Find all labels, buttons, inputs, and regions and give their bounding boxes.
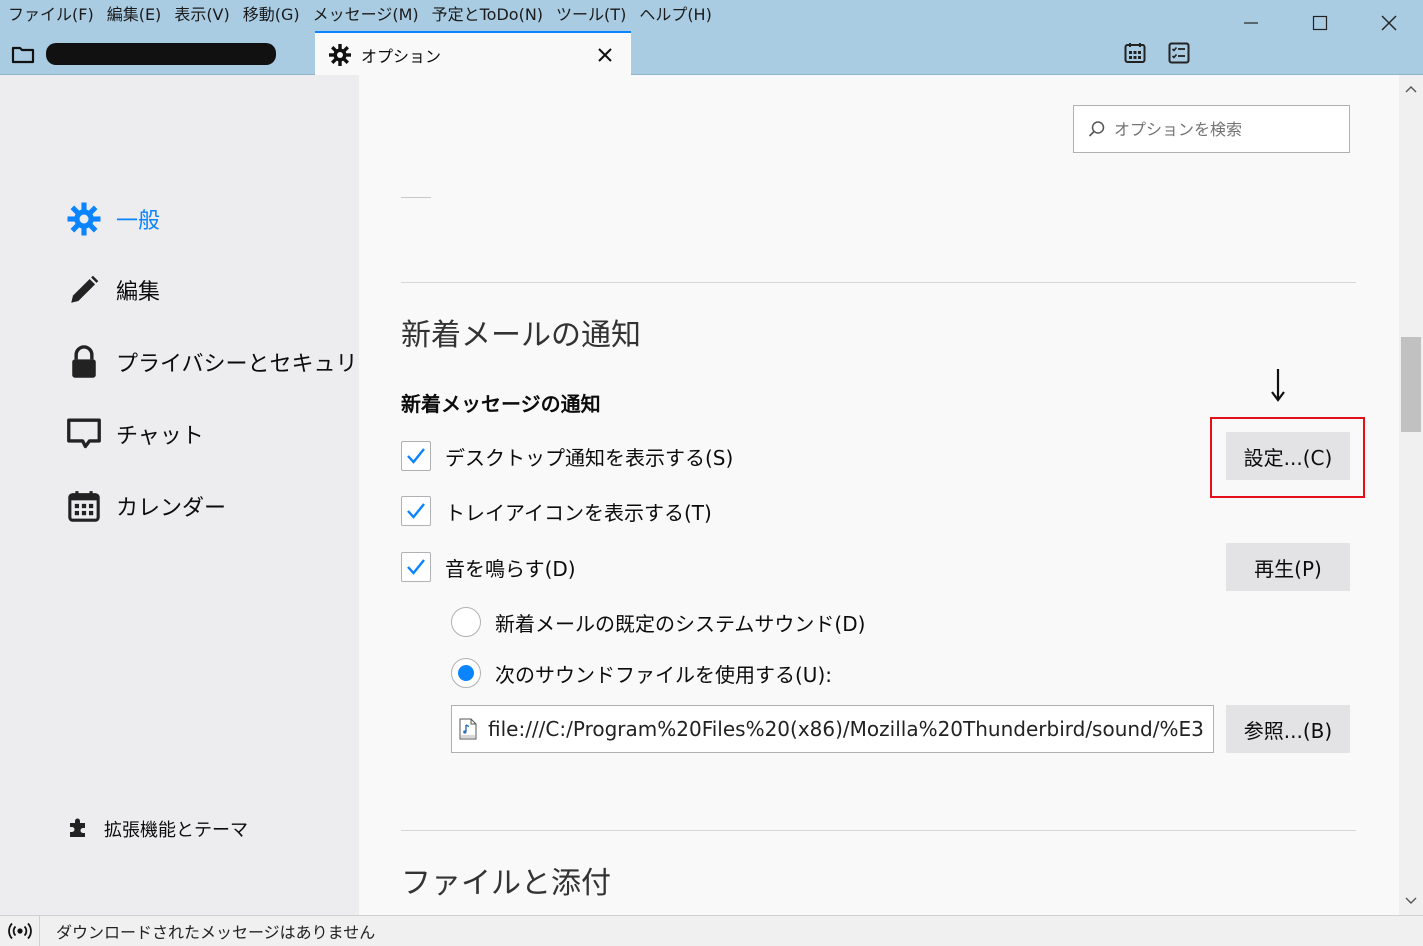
play-button[interactable]: 再生(P) — [1226, 543, 1350, 591]
checkmark-icon — [407, 559, 425, 575]
scroll-thumb[interactable] — [1401, 337, 1421, 432]
chevron-down-icon — [1405, 897, 1417, 904]
toolbar-icons — [1120, 38, 1194, 68]
menu-file[interactable]: ファイル(F) — [0, 0, 99, 30]
desktop-notification-checkbox[interactable] — [401, 441, 431, 471]
close-icon — [1381, 15, 1396, 31]
default-sound-radio[interactable] — [451, 607, 481, 637]
sound-file-path: file:///C:/Program%20Files%20(x86)/Mozil… — [488, 717, 1204, 741]
menu-go[interactable]: 移動(G) — [235, 0, 305, 30]
status-bar: ダウンロードされたメッセージはありません — [0, 915, 1423, 946]
lock-icon — [64, 342, 104, 382]
options-content: 新着メールの通知 新着メッセージの通知 デスクトップ通知を表示する(S) 設定.… — [359, 75, 1399, 915]
menu-edit[interactable]: 編集(E) — [99, 0, 167, 30]
redacted-folder-name — [46, 43, 276, 65]
sidebar-item-privacy-security[interactable]: プライバシーとセキュリティ — [64, 340, 400, 384]
pencil-icon — [64, 270, 104, 310]
close-icon — [598, 47, 612, 62]
options-sidebar: 一般 編集 プライバシーとセキュリティ チャット カレンダー 拡張機能とテーマ — [0, 75, 400, 915]
browse-button[interactable]: 参照...(B) — [1226, 705, 1350, 753]
play-sound-checkbox[interactable] — [401, 552, 431, 582]
tasks-icon — [1168, 42, 1190, 64]
menu-message[interactable]: メッセージ(M) — [305, 0, 424, 30]
subsection-title-new-message-alerts: 新着メッセージの通知 — [401, 392, 601, 416]
tasks-tab-button[interactable] — [1164, 38, 1194, 68]
sidebar-item-composition[interactable]: 編集 — [64, 268, 160, 312]
online-status-button[interactable] — [0, 916, 40, 946]
online-status-icon — [7, 922, 32, 940]
sidebar-item-addons-themes[interactable]: 拡張機能とテーマ — [66, 815, 248, 843]
desktop-notification-label: デスクトップ通知を表示する(S) — [445, 445, 734, 470]
annotation-arrow — [1264, 365, 1292, 405]
maximize-icon — [1312, 15, 1327, 31]
sound-file-path-field[interactable]: file:///C:/Program%20Files%20(x86)/Mozil… — [451, 705, 1214, 753]
chevron-up-icon — [1405, 86, 1417, 93]
play-sound-label: 音を鳴らす(D) — [445, 556, 576, 581]
search-icon — [1088, 120, 1106, 138]
menu-tools[interactable]: ツール(T) — [548, 0, 631, 30]
maximize-button[interactable] — [1285, 0, 1354, 46]
custom-sound-label: 次のサウンドファイルを使用する(U): — [495, 662, 832, 687]
default-sound-label: 新着メールの既定のシステムサウンド(D) — [495, 611, 866, 636]
sidebar-item-chat[interactable]: チャット — [64, 412, 204, 456]
custom-sound-option[interactable]: 次のサウンドファイルを使用する(U): — [451, 658, 832, 688]
menu-bar: ファイル(F) 編集(E) 表示(V) 移動(G) メッセージ(M) 予定とTo… — [0, 0, 717, 30]
tab-options-label: オプション — [361, 46, 442, 66]
tab-close-button[interactable] — [591, 41, 619, 69]
sidebar-item-general[interactable]: 一般 — [64, 197, 160, 241]
wav-file-icon — [459, 718, 477, 740]
notification-settings-button[interactable]: 設定...(C) — [1226, 432, 1350, 480]
play-sound-row[interactable]: 音を鳴らす(D) — [401, 552, 576, 582]
sidebar-item-label: 編集 — [116, 280, 161, 305]
chat-bubble-icon — [64, 414, 104, 454]
content-scrollbar[interactable] — [1399, 75, 1423, 915]
tray-icon-checkbox[interactable] — [401, 496, 431, 526]
checkmark-icon — [407, 503, 425, 519]
sidebar-item-label: プライバシーとセキュリティ — [116, 352, 401, 377]
options-search[interactable] — [1073, 105, 1350, 153]
sidebar-item-label: 一般 — [116, 209, 161, 234]
title-bar: ファイル(F) 編集(E) 表示(V) 移動(G) メッセージ(M) 予定とTo… — [0, 0, 1423, 76]
desktop-notification-row[interactable]: デスクトップ通知を表示する(S) — [401, 441, 733, 471]
gear-icon — [64, 199, 104, 239]
section-title-files-attachments: ファイルと添付 — [401, 866, 611, 901]
calendar-tab-button[interactable] — [1120, 38, 1150, 68]
section-title-new-mail-alerts: 新着メールの通知 — [401, 318, 641, 353]
tray-icon-row[interactable]: トレイアイコンを表示する(T) — [401, 496, 712, 526]
window-controls — [1216, 0, 1423, 46]
search-input[interactable] — [1114, 119, 1344, 139]
folder-icon — [8, 39, 38, 69]
tab-options[interactable]: オプション — [315, 31, 631, 76]
menu-view[interactable]: 表示(V) — [166, 0, 234, 30]
checkmark-icon — [407, 448, 425, 464]
tab-mail-folder[interactable] — [8, 38, 308, 70]
minimize-icon — [1243, 22, 1258, 24]
puzzle-piece-icon — [66, 815, 90, 843]
custom-sound-radio[interactable] — [451, 658, 481, 688]
sidebar-item-calendar[interactable]: カレンダー — [64, 484, 226, 528]
divider — [401, 197, 431, 198]
gear-icon — [327, 42, 353, 68]
section-divider — [401, 282, 1356, 283]
menu-events-tasks[interactable]: 予定とToDo(N) — [424, 0, 548, 30]
tray-icon-label: トレイアイコンを表示する(T) — [445, 500, 712, 525]
calendar-icon — [1124, 43, 1146, 63]
minimize-button[interactable] — [1216, 0, 1285, 46]
sidebar-item-label: カレンダー — [116, 496, 227, 521]
default-sound-option[interactable]: 新着メールの既定のシステムサウンド(D) — [451, 607, 865, 637]
calendar-icon — [64, 486, 104, 526]
scroll-down-button[interactable] — [1399, 889, 1423, 913]
status-message: ダウンロードされたメッセージはありません — [56, 923, 376, 942]
section-divider — [401, 830, 1356, 831]
menu-help[interactable]: ヘルプ(H) — [631, 0, 717, 30]
close-window-button[interactable] — [1354, 0, 1423, 46]
radio-selected-dot — [458, 665, 474, 681]
sidebar-item-label: 拡張機能とテーマ — [104, 820, 248, 841]
sidebar-item-label: チャット — [116, 424, 204, 449]
scroll-up-button[interactable] — [1399, 77, 1423, 101]
